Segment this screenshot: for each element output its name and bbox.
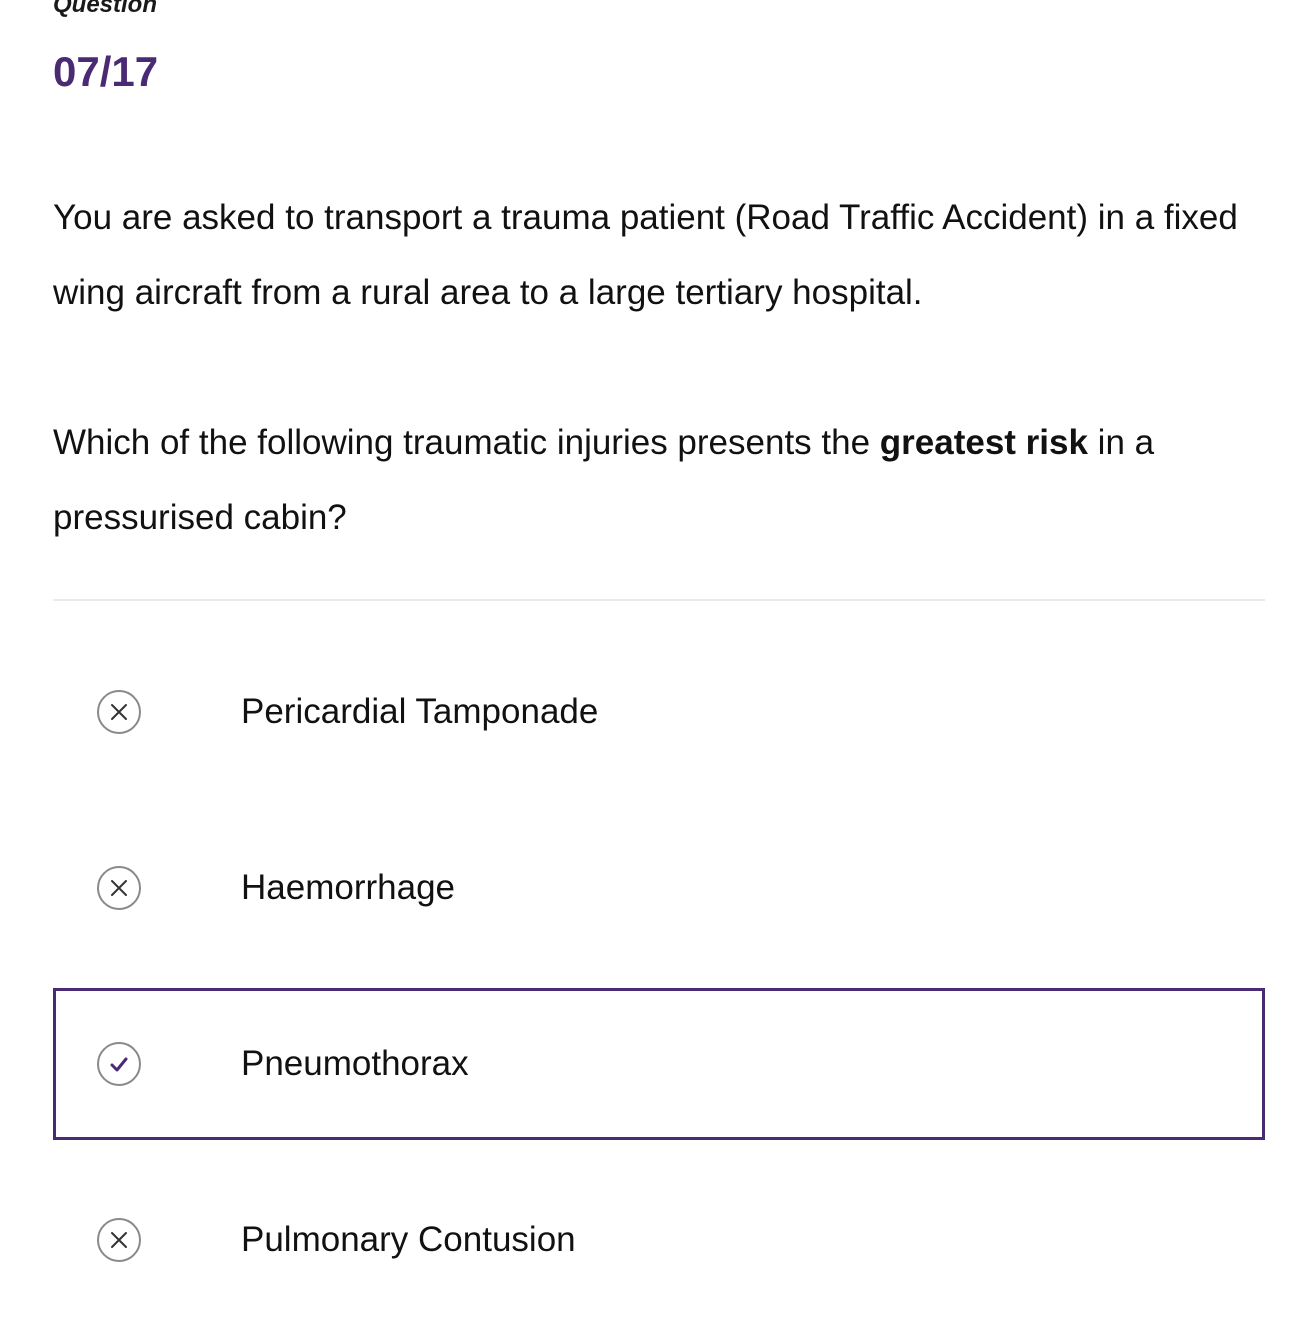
close-circle-icon: [97, 866, 141, 910]
answer-option-pulmonary-contusion[interactable]: Pulmonary Contusion: [53, 1164, 1265, 1316]
question-divider: [53, 599, 1265, 601]
answer-option-haemorrhage[interactable]: Haemorrhage: [53, 812, 1265, 964]
answer-option-pericardial-tamponade[interactable]: Pericardial Tamponade: [53, 636, 1265, 788]
question-prompt-emphasis: greatest risk: [879, 423, 1088, 462]
answer-label: Pulmonary Contusion: [241, 1220, 576, 1259]
question-prompt: Which of the following traumatic injurie…: [53, 405, 1265, 555]
question-scenario: You are asked to transport a trauma pati…: [53, 198, 1238, 312]
answer-list: Pericardial Tamponade Haemorrhage Pneumo…: [53, 636, 1265, 1340]
answer-label: Haemorrhage: [241, 868, 455, 907]
question-label: Question: [53, 0, 158, 18]
close-circle-icon: [97, 690, 141, 734]
question-counter: 07/17: [53, 48, 159, 95]
question-prompt-start: Which of the following traumatic injurie…: [53, 423, 880, 462]
question-body: You are asked to transport a trauma pati…: [53, 180, 1265, 555]
answer-label: Pneumothorax: [241, 1044, 469, 1083]
answer-label: Pericardial Tamponade: [241, 692, 599, 731]
answer-option-pneumothorax[interactable]: Pneumothorax: [53, 988, 1265, 1140]
close-circle-icon: [97, 1218, 141, 1262]
check-circle-icon: [97, 1042, 141, 1086]
